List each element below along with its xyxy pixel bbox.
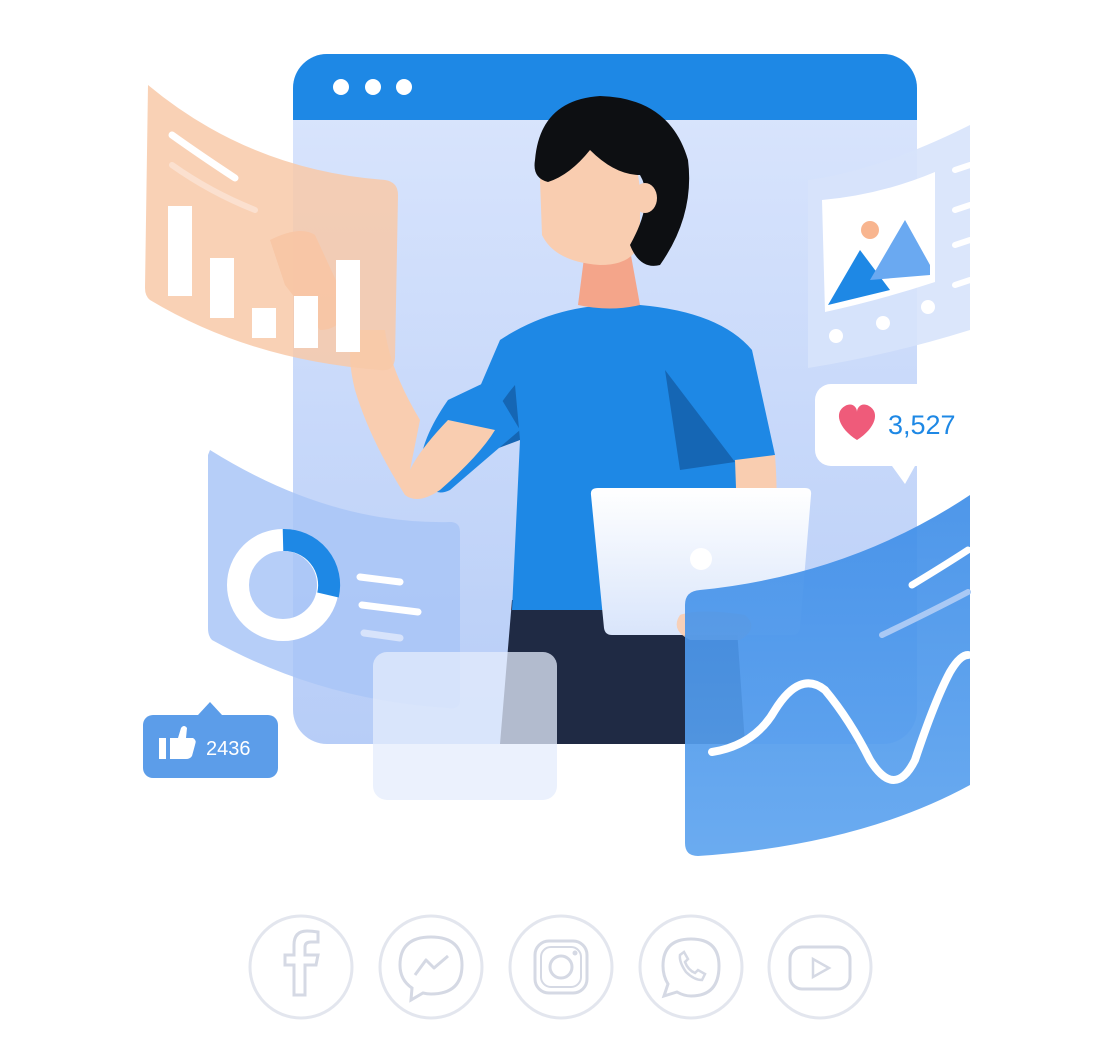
like-badge: 2436 xyxy=(143,702,278,778)
like-count: 2436 xyxy=(206,738,251,760)
window-dot xyxy=(396,79,412,95)
sun-dot xyxy=(861,221,879,239)
messenger-icon[interactable] xyxy=(378,914,484,1020)
window-dot xyxy=(365,79,381,95)
youtube-icon[interactable] xyxy=(767,914,873,1020)
chart-bar xyxy=(210,258,234,318)
window-dot xyxy=(333,79,349,95)
illustration-scene: 3,527 2436 xyxy=(143,54,975,1020)
heart-count: 3,527 xyxy=(888,410,956,440)
instagram-icon[interactable] xyxy=(508,914,614,1020)
chart-bar xyxy=(168,206,192,296)
social-icons-row xyxy=(248,914,873,1020)
whatsapp-icon[interactable] xyxy=(638,914,744,1020)
facebook-icon[interactable] xyxy=(248,914,354,1020)
chart-bar xyxy=(294,296,318,348)
glass-card xyxy=(373,652,557,800)
chart-bar xyxy=(252,308,276,338)
chart-bar xyxy=(336,260,360,352)
